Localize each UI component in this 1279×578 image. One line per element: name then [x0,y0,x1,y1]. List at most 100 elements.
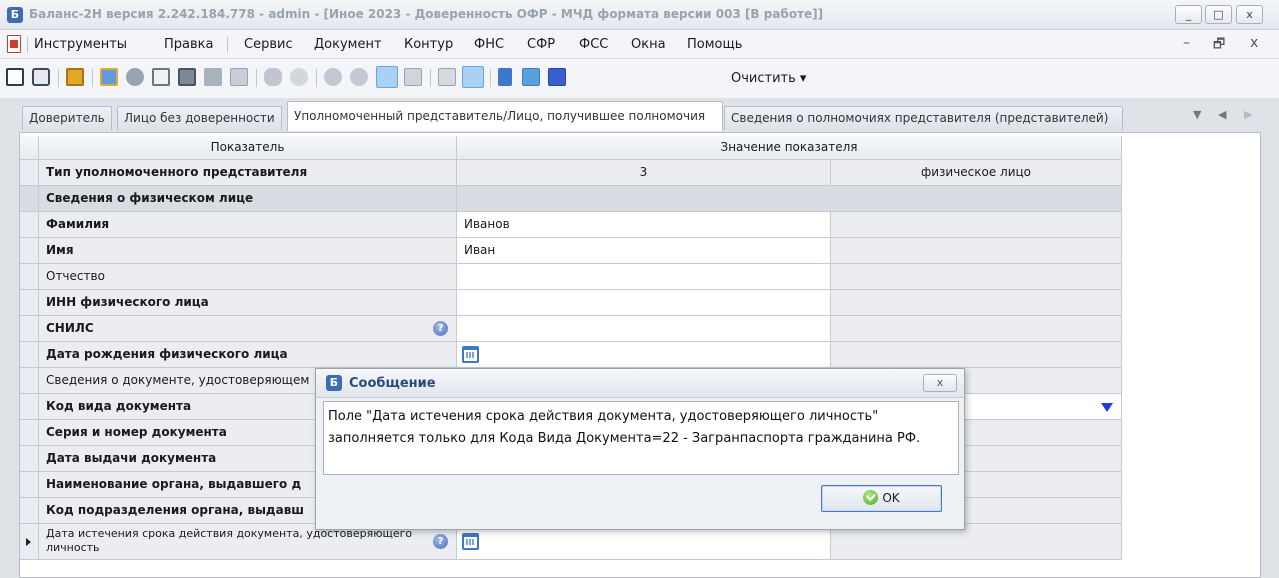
title-bar: Б Баланс-2Н версия 2.242.184.778 - admin… [0,0,1279,30]
clear-dropdown-button[interactable]: Очистить ▾ [731,71,806,86]
ok-button[interactable]: OK [821,485,942,512]
row-label-text: Дата выдачи документа [46,451,217,465]
table-row: Тип уполномоченного представителя 3 физиче… [20,160,1122,186]
table-icon[interactable] [178,68,196,86]
calendar-icon[interactable] [462,533,479,550]
app-logo-icon: Б [7,7,23,23]
add-circle-icon[interactable] [324,68,342,86]
print-icon[interactable] [32,68,50,86]
text-icon[interactable] [204,68,222,86]
row-label-text: Сведения о документе, удостоверяющем [46,373,310,387]
copy-icon[interactable] [230,68,248,86]
grid-selected-icon[interactable] [462,66,484,88]
value-input[interactable]: Иван [457,238,831,264]
toolbar-separator [58,69,59,87]
menu-windows[interactable]: Окна [631,37,666,52]
clipboard-icon[interactable] [66,68,84,86]
table-row: СНИЛС? [20,316,1122,342]
calculator-icon[interactable] [152,68,170,86]
row-indicator[interactable] [20,420,39,446]
menu-fns[interactable]: ФНС [474,37,504,52]
row-indicator[interactable] [20,264,39,290]
dialog-message-line: Поле "Дата истечения срока действия доку… [328,409,879,424]
value-input[interactable]: 3 [457,160,831,186]
row-indicator[interactable] [20,498,39,524]
mdi-restore-button[interactable]: 🗗 [1213,35,1225,57]
row-indicator[interactable] [20,212,39,238]
extra-value-cell [831,212,1122,238]
help-icon[interactable]: ? [433,534,448,549]
window-maximize-button[interactable]: □ [1205,5,1232,24]
app-logo-icon: Б [326,375,342,391]
section-row: Сведения о физическом лице [20,186,1122,212]
menu-tools[interactable]: Инструменты [34,37,127,52]
current-row-pointer-icon [26,538,31,546]
window-close-button[interactable]: x [1236,5,1263,24]
checkmark-icon [863,490,879,505]
section-value-cell [457,186,1122,212]
layout-cols-icon[interactable] [404,68,422,86]
tab-list-dropdown-icon[interactable]: ▼ [1193,108,1201,121]
value-input[interactable] [457,290,831,316]
dialog-title-bar: Б Сообщение x [316,369,964,398]
row-indicator[interactable] [20,524,39,560]
row-indicator[interactable] [20,342,39,368]
row-indicator[interactable] [20,160,39,186]
row-indicator[interactable] [20,368,39,394]
chart-icon[interactable] [522,68,540,86]
row-label-text: Дата рождения физического лица [46,347,288,361]
row-indicator[interactable] [20,316,39,342]
save-icon[interactable] [6,68,24,86]
tab-person-without-poa[interactable]: Лицо без доверенности [117,106,282,130]
tab-authorized-representative[interactable]: Уполномоченный представитель/Лицо, получ… [287,101,723,131]
table-row: ИНН физического лица [20,290,1122,316]
binoculars-icon[interactable] [264,68,282,86]
row-indicator[interactable] [20,472,39,498]
menu-help[interactable]: Помощь [687,37,742,52]
row-indicator[interactable] [20,446,39,472]
export-icon[interactable] [100,68,118,86]
dropdown-arrow-icon[interactable] [1101,403,1113,412]
extra-value-cell [831,290,1122,316]
row-indicator[interactable] [20,394,39,420]
value-input[interactable] [457,316,831,342]
window-minimize-button[interactable]: _ [1175,5,1202,24]
document-menu-icon[interactable] [7,35,21,53]
row-label: ИНН физического лица [39,290,457,316]
menu-service[interactable]: Сервис [244,37,293,52]
expand-icon[interactable] [498,68,512,86]
row-indicator[interactable] [20,186,39,212]
layout-rows-icon[interactable] [376,66,398,88]
table-row: Отчество [20,264,1122,290]
mdi-minimize-button[interactable]: – [1183,35,1190,51]
row-indicator[interactable] [20,238,39,264]
value-input[interactable]: Иванов [457,212,831,238]
menu-edit[interactable]: Правка [164,37,213,52]
menu-sfr[interactable]: СФР [527,37,555,52]
row-label: Дата рождения физического лица [39,342,457,368]
tab-principal[interactable]: Доверитель [22,106,112,130]
tab-scroll-right-icon[interactable]: ▶ [1244,108,1252,121]
value-input[interactable] [457,264,831,290]
value-input[interactable] [457,342,831,368]
columns-icon[interactable] [548,68,566,86]
settings-icon[interactable] [126,68,144,86]
toolbar-separator [92,69,93,87]
menu-fss[interactable]: ФСС [579,37,608,52]
calendar-icon[interactable] [462,346,479,363]
row-label: Фамилия [39,212,457,238]
row-indicator[interactable] [20,290,39,316]
filter-icon[interactable] [290,68,308,86]
grid-icon[interactable] [438,68,456,86]
row-label-text: Код вида документа [46,399,192,413]
remove-circle-icon[interactable] [350,68,368,86]
tab-scroll-left-icon[interactable]: ◀ [1218,108,1226,121]
menu-kontur[interactable]: Контур [404,37,453,52]
menu-document[interactable]: Документ [314,37,382,52]
dialog-close-button[interactable]: x [923,374,957,392]
extra-value-cell [831,316,1122,342]
row-label-text: ИНН физического лица [46,295,209,309]
tab-representative-powers[interactable]: Сведения о полномочиях представителя (пр… [724,106,1123,130]
mdi-close-button[interactable]: x [1250,35,1258,51]
help-icon[interactable]: ? [433,321,448,336]
